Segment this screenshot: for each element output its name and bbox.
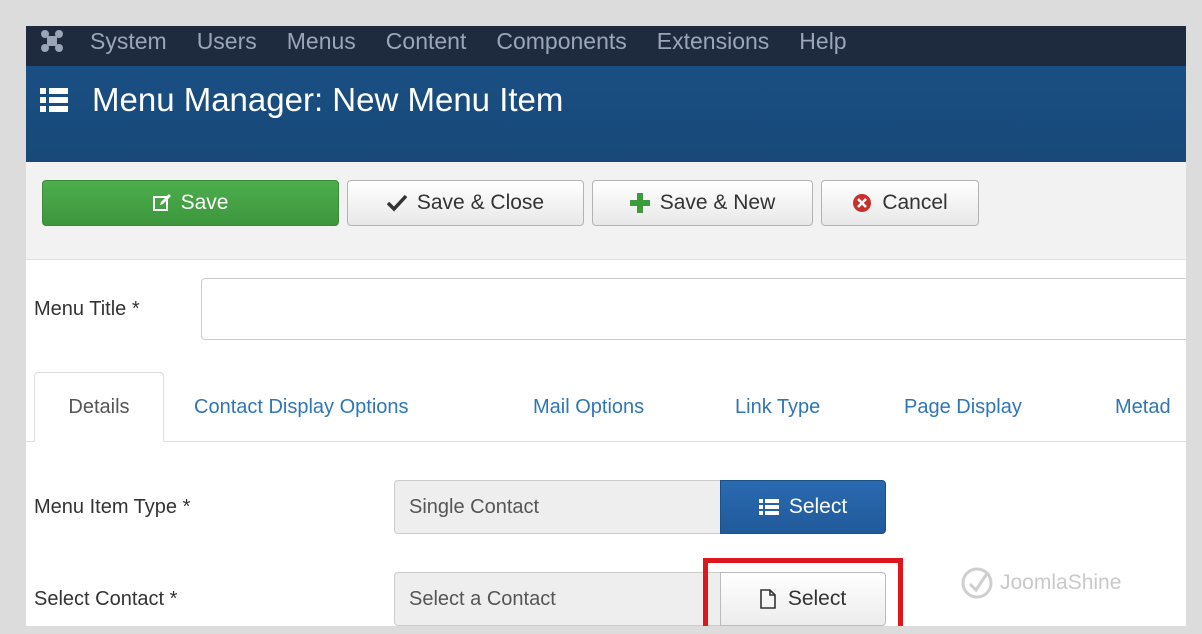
menu-item-type-field: Single Contact (394, 480, 720, 534)
menu-item-type-select-button[interactable]: Select (720, 480, 886, 534)
watermark: JoomlaShine (960, 566, 1121, 600)
menu-item-type-label: Menu Item Type * (34, 496, 191, 518)
nav-system[interactable]: System (90, 28, 167, 55)
nav-extensions[interactable]: Extensions (657, 28, 770, 55)
save-new-button[interactable]: Save & New (592, 180, 813, 226)
tab-contact-display-options[interactable]: Contact Display Options (194, 396, 409, 419)
joomla-logo-icon[interactable] (38, 27, 66, 55)
tab-details[interactable]: Details (34, 372, 164, 442)
menu-title-input[interactable] (201, 278, 1186, 340)
watermark-text: JoomlaShine (1000, 571, 1122, 594)
nav-components[interactable]: Components (496, 28, 626, 55)
top-navbar: System Users Menus Content Components Ex… (26, 26, 1186, 66)
save-close-label: Save & Close (416, 191, 545, 214)
save-close-button[interactable]: Save & Close (347, 180, 584, 226)
save-new-label: Save & New (659, 191, 776, 214)
tab-page-display[interactable]: Page Display (904, 396, 1022, 419)
nav-help[interactable]: Help (799, 28, 846, 55)
select-contact-field: Select a Contact (394, 572, 720, 626)
tabs-divider (26, 441, 1186, 442)
plus-icon (629, 193, 650, 213)
menu-title-label: Menu Title * (34, 298, 140, 320)
save-label: Save (180, 191, 229, 214)
nav-users[interactable]: Users (197, 28, 257, 55)
list-icon (758, 498, 779, 516)
check-icon (386, 194, 407, 212)
joomlashine-logo-icon (960, 566, 994, 600)
app-frame: System Users Menus Content Components Ex… (26, 26, 1186, 626)
save-button[interactable]: Save (42, 180, 339, 226)
tab-details-label: Details (68, 395, 130, 418)
cancel-button[interactable]: Cancel (821, 180, 979, 226)
highlight-box (703, 558, 903, 626)
tab-mail-options[interactable]: Mail Options (533, 396, 644, 419)
menu-item-type-select-label: Select (788, 495, 848, 518)
toolbar: Save Save & Close Save & New Cancel (26, 162, 1186, 260)
cancel-label: Cancel (882, 191, 948, 214)
tab-link-type[interactable]: Link Type (735, 396, 820, 419)
edit-icon (152, 194, 171, 212)
list-icon (40, 86, 68, 114)
nav-menus[interactable]: Menus (287, 28, 356, 55)
select-contact-label: Select Contact * (34, 588, 178, 610)
cancel-circle-icon (852, 193, 872, 213)
tab-metadata[interactable]: Metad (1115, 396, 1171, 419)
select-contact-value: Select a Contact (409, 587, 556, 610)
page-title: Menu Manager: New Menu Item (92, 81, 564, 118)
nav-content[interactable]: Content (386, 28, 467, 55)
menu-item-type-value: Single Contact (409, 495, 540, 518)
